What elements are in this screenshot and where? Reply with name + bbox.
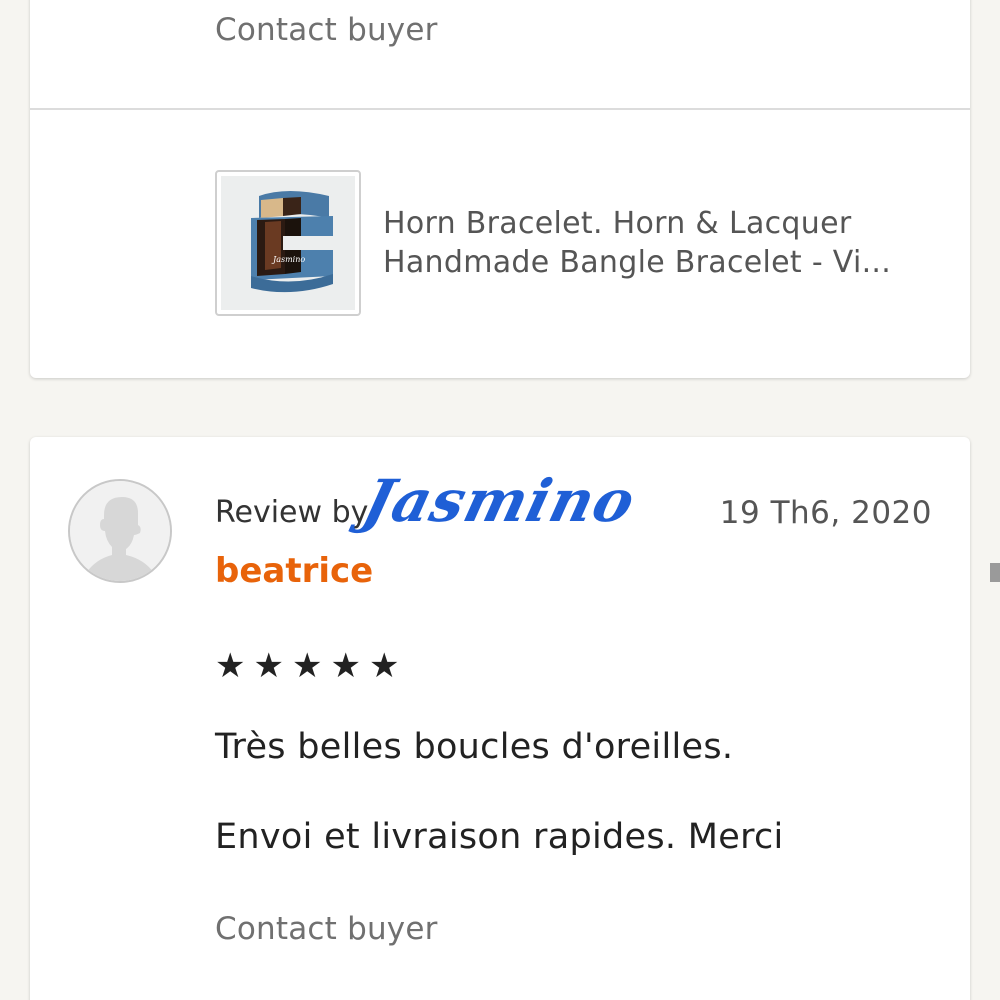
product-title-line2[interactable]: Handmade Bangle Bracelet - Vi... xyxy=(383,243,923,282)
avatar[interactable] xyxy=(68,479,172,583)
star-icon: ★ xyxy=(253,646,284,686)
star-icon: ★ xyxy=(330,646,361,686)
star-icon: ★ xyxy=(368,646,400,686)
product-item[interactable]: Jasmino Horn Bracelet. Horn & Lacquer Ha… xyxy=(215,170,923,316)
review-text-line: Envoi et livraison rapides. Merci xyxy=(215,817,784,857)
svg-text:Jasmino: Jasmino xyxy=(271,255,305,264)
divider xyxy=(30,108,970,110)
review-date: 19 Th6, 2020 xyxy=(719,495,932,531)
review-text-line: Très belles boucles d'oreilles. xyxy=(215,727,734,767)
reviewer-name-link[interactable]: beatrice xyxy=(215,551,373,591)
user-silhouette-icon xyxy=(70,481,170,581)
transaction-card: Contact buyer Jasmino Horn Bracelet. Hor… xyxy=(30,0,970,378)
star-icon: ★ xyxy=(215,646,246,686)
page: Contact buyer Jasmino Horn Bracelet. Hor… xyxy=(0,0,1000,1000)
product-title[interactable]: Horn Bracelet. Horn & Lacquer Handmade B… xyxy=(383,204,923,282)
product-thumbnail[interactable]: Jasmino xyxy=(215,170,361,316)
product-title-line1[interactable]: Horn Bracelet. Horn & Lacquer xyxy=(383,204,923,243)
review-card: Review by Jasmino 19 Th6, 2020 beatrice … xyxy=(30,437,970,1000)
star-rating: ★ ★ ★ ★ ★ xyxy=(215,649,399,683)
star-icon: ★ xyxy=(291,646,323,686)
bracelet-thumbnail-icon: Jasmino xyxy=(221,176,355,310)
signature-watermark: Jasmino xyxy=(356,467,643,535)
review-by-label: Review by xyxy=(215,495,369,530)
scrollbar-thumb[interactable] xyxy=(990,563,1000,582)
contact-buyer-link[interactable]: Contact buyer xyxy=(215,911,438,947)
contact-buyer-link[interactable]: Contact buyer xyxy=(215,12,438,48)
